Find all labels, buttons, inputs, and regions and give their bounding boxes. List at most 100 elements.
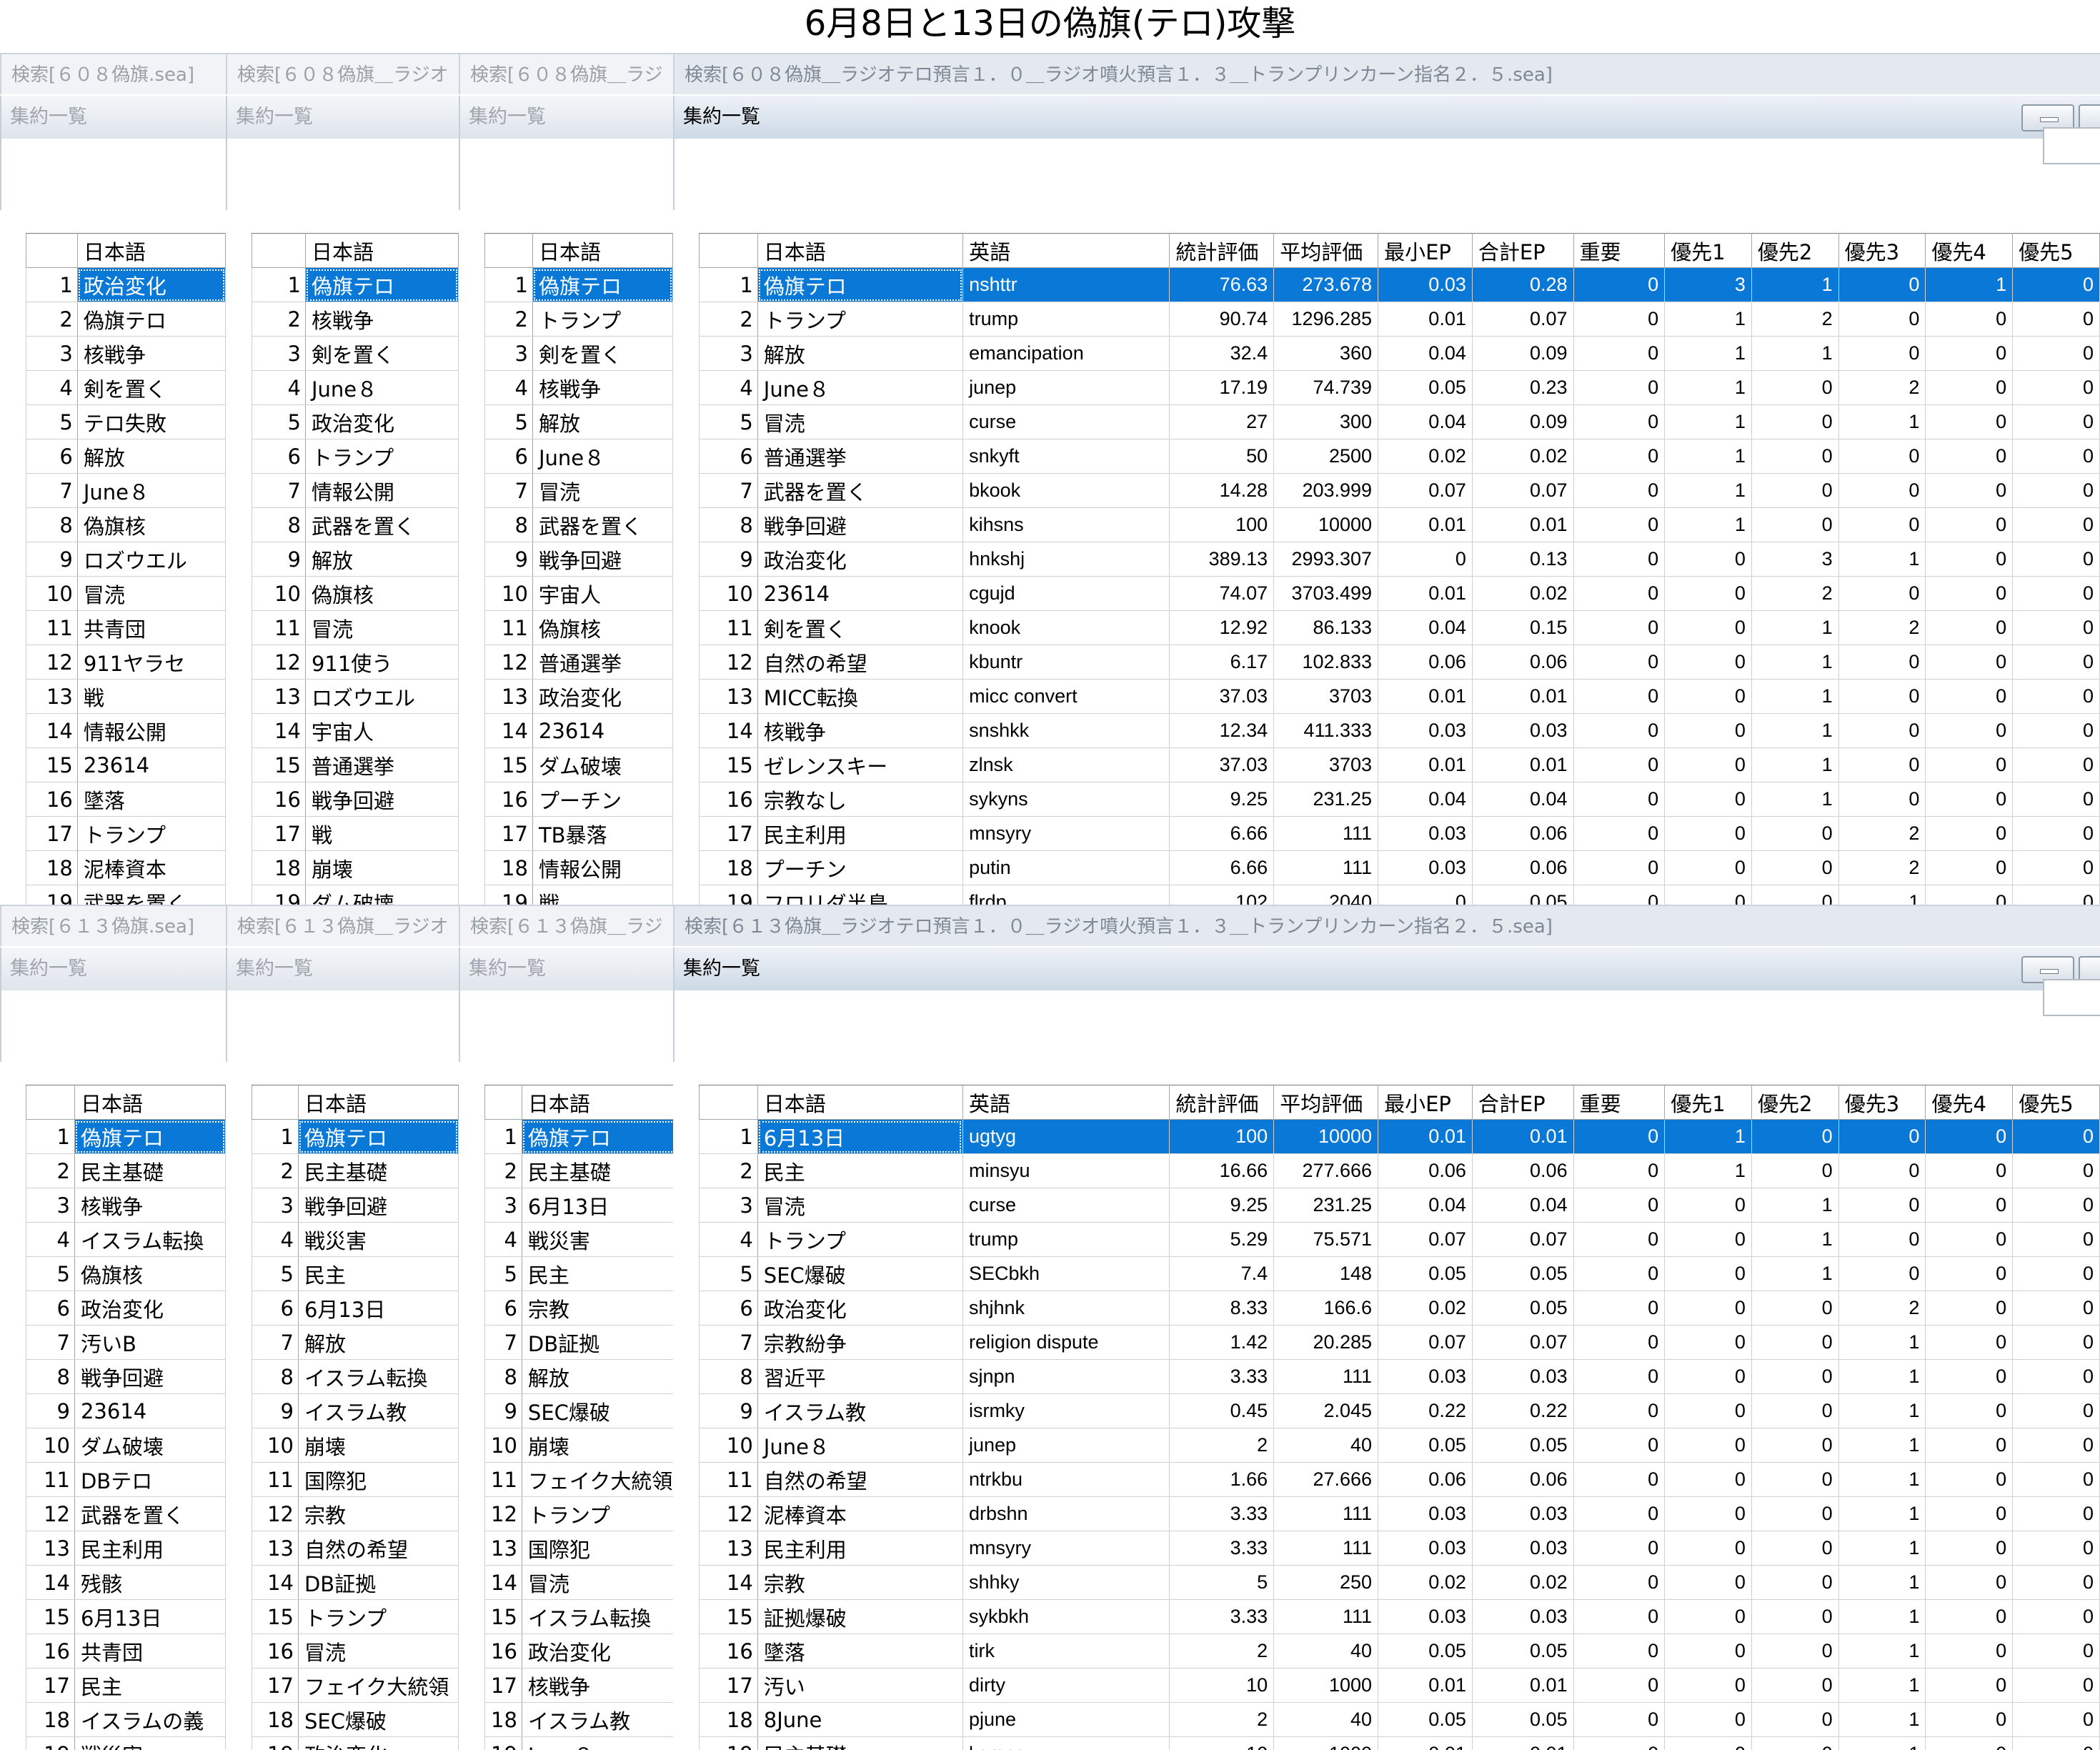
cell-value[interactable]: 0 (1664, 1291, 1752, 1326)
cell-value[interactable]: 1 (1664, 1153, 1752, 1188)
cell-japanese[interactable]: 国際犯 (297, 1462, 459, 1497)
cell-english[interactable]: trump (962, 1222, 1170, 1257)
cell-value[interactable]: 0 (1751, 1565, 1839, 1600)
cell-value[interactable]: 2 (1751, 302, 1839, 337)
cell-value[interactable]: 0.01 (1471, 747, 1574, 782)
table-row[interactable]: 18 8June pjune 2 40 0.05 0.05 0 0 0 1 0 0 (699, 1702, 2100, 1737)
cell-value[interactable]: 111 (1273, 1496, 1379, 1531)
cell-japanese[interactable]: 自然の希望 (757, 1462, 963, 1497)
bottom-window-2[interactable]: 検索[６１３偽旗＿ラジオ 集約一覧 日本語 1 偽旗テロ 2 民主基礎 3 戦争回避 4 戦災害 5 民… (226, 905, 459, 1750)
cell-value[interactable]: 0.01 (1378, 747, 1473, 782)
cell-japanese[interactable]: MICC転換 (757, 679, 964, 714)
table-row[interactable]: 6 6月13日 (252, 1291, 459, 1326)
cell-value[interactable]: 111 (1273, 816, 1379, 851)
table-row[interactable]: 2 トランプ (484, 302, 673, 337)
cell-english[interactable]: snkyft (962, 439, 1170, 474)
cell-japanese[interactable]: 核戦争 (521, 1668, 673, 1703)
cell-value[interactable]: 0 (1573, 576, 1666, 611)
table-row[interactable]: 7 June８ (26, 473, 226, 508)
cell-value[interactable]: 0 (2012, 473, 2100, 508)
cell-value[interactable]: 0 (1925, 1119, 2014, 1154)
cell-japanese[interactable]: SEC爆破 (757, 1256, 963, 1291)
cell-value[interactable]: 0.09 (1471, 404, 1574, 439)
bottom-window-1-titlebar[interactable]: 検索[６１３偽旗.sea] (0, 905, 226, 946)
cell-value[interactable]: 2 (1751, 576, 1839, 611)
cell-value[interactable]: 90.74 (1169, 302, 1275, 337)
cell-english[interactable]: junep (962, 370, 1170, 405)
cell-japanese[interactable]: TB暴落 (532, 816, 673, 851)
cell-value[interactable]: 10000 (1273, 1119, 1379, 1154)
cell-japanese[interactable]: SEC爆破 (521, 1393, 673, 1428)
bottom-window-3[interactable]: 検索[６１３偽旗＿ラジ 集約一覧 日本語 1 偽旗テロ 2 民主基礎 3 6月13日 4 戦災害 5 民… (459, 905, 673, 1750)
cell-japanese[interactable]: 宗教紛争 (757, 1325, 963, 1360)
cell-value[interactable]: 0 (1838, 267, 1926, 302)
cell-value[interactable]: 0.02 (1471, 576, 1574, 611)
cell-value[interactable]: 0 (1925, 1496, 2014, 1531)
cell-value[interactable]: 0 (1925, 782, 2014, 817)
cell-value[interactable]: 0.05 (1471, 1702, 1574, 1737)
search-box[interactable] (2043, 979, 2100, 1016)
table-row[interactable]: 17 TB暴落 (484, 816, 673, 851)
cell-value[interactable]: 0 (1664, 576, 1752, 611)
table-row[interactable]: 5 解放 (484, 404, 673, 439)
table-row[interactable]: 11 冒涜 (252, 610, 459, 645)
cell-value[interactable]: 40 (1273, 1702, 1379, 1737)
cell-value[interactable]: 50 (1169, 439, 1275, 474)
table-row[interactable]: 3 核戦争 (26, 1188, 226, 1223)
cell-japanese[interactable]: 民主 (74, 1668, 226, 1703)
cell-english[interactable]: emancipation (962, 336, 1170, 371)
cell-value[interactable]: 0.15 (1471, 610, 1574, 645)
cell-value[interactable]: 0.01 (1471, 1668, 1574, 1703)
table-row[interactable]: 14 核戦争 snshkk 12.34 411.333 0.03 0.03 0 0 1 0 0 0 (699, 713, 2100, 748)
cell-value[interactable]: 0 (1751, 1393, 1839, 1428)
table-row[interactable]: 1 6月13日 ugtyg 100 10000 0.01 0.01 0 1 0 0 0 0 (699, 1119, 2100, 1154)
table-row[interactable]: 16 宗教なし sykyns 9.25 231.25 0.04 0.04 0 0 1 0 0 0 (699, 782, 2100, 817)
cell-japanese[interactable]: 汚いB (74, 1325, 226, 1360)
cell-value[interactable]: 3.33 (1169, 1496, 1275, 1531)
cell-value[interactable]: 0.06 (1471, 1462, 1574, 1497)
cell-value[interactable]: 231.25 (1273, 1188, 1379, 1223)
cell-japanese[interactable]: 偽旗核 (76, 507, 226, 542)
cell-value[interactable]: 1 (1838, 1496, 1926, 1531)
cell-japanese[interactable]: June８ (532, 439, 673, 474)
table-row[interactable]: 1 偽旗テロ (484, 267, 673, 302)
table-row[interactable]: 3 6月13日 (484, 1188, 673, 1223)
cell-english[interactable]: shjhnk (962, 1291, 1170, 1326)
cell-value[interactable]: 389.13 (1169, 542, 1275, 577)
cell-value[interactable]: 5 (1169, 1565, 1275, 1600)
cell-japanese[interactable]: 冒涜 (757, 1188, 963, 1223)
cell-value[interactable]: 0 (1925, 370, 2014, 405)
cell-value[interactable]: 1 (1751, 782, 1839, 817)
cell-value[interactable]: 0.01 (1378, 576, 1473, 611)
cell-japanese[interactable]: ロズウエル (304, 679, 459, 714)
cell-value[interactable]: 0 (2012, 885, 2100, 905)
column-header-2[interactable]: 統計評価 (1169, 233, 1275, 268)
cell-japanese[interactable]: 6月13日 (521, 1188, 673, 1223)
cell-value[interactable]: 231.25 (1273, 782, 1379, 817)
cell-value[interactable]: 1 (1751, 1222, 1839, 1257)
table-row[interactable]: 7 DB証拠 (484, 1325, 673, 1360)
cell-value[interactable]: 0 (2012, 1668, 2100, 1703)
cell-value[interactable]: 0 (1664, 1634, 1752, 1669)
cell-value[interactable]: 0 (2012, 782, 2100, 817)
cell-japanese[interactable]: 武器を置く (304, 507, 459, 542)
cell-value[interactable]: 0 (1573, 1634, 1666, 1669)
cell-english[interactable]: ksmnsy (962, 1736, 1170, 1750)
cell-value[interactable]: 0.01 (1378, 1119, 1473, 1154)
table-row[interactable]: 4 戦災害 (252, 1222, 459, 1257)
cell-value[interactable]: 0 (1838, 782, 1926, 817)
cell-japanese[interactable]: 情報公開 (304, 473, 459, 508)
table-row[interactable]: 11 自然の希望 ntrkbu 1.66 27.666 0.06 0.06 0 0 0 1 0 0 (699, 1462, 2100, 1497)
cell-japanese[interactable]: 習近平 (757, 1359, 963, 1394)
table-row[interactable]: 19民主基礎ksmnsy1010000.010.01000100 (699, 1736, 2100, 1750)
cell-value[interactable]: 0.05 (1378, 1634, 1473, 1669)
table-row[interactable]: 1 偽旗テロ (252, 1119, 459, 1154)
table-row[interactable]: 5 民主 (252, 1256, 459, 1291)
cell-japanese[interactable]: ダム破壊 (304, 885, 459, 905)
cell-value[interactable]: 1 (1751, 267, 1839, 302)
table-row[interactable]: 10 23614 cgujd 74.07 3703.499 0.01 0.02 0 0 2 0 0 0 (699, 576, 2100, 611)
cell-value[interactable]: 273.678 (1273, 267, 1379, 302)
table-row[interactable]: 3 剣を置く (484, 336, 673, 371)
cell-value[interactable]: 0.04 (1378, 404, 1473, 439)
cell-value[interactable]: 0.06 (1471, 645, 1574, 680)
